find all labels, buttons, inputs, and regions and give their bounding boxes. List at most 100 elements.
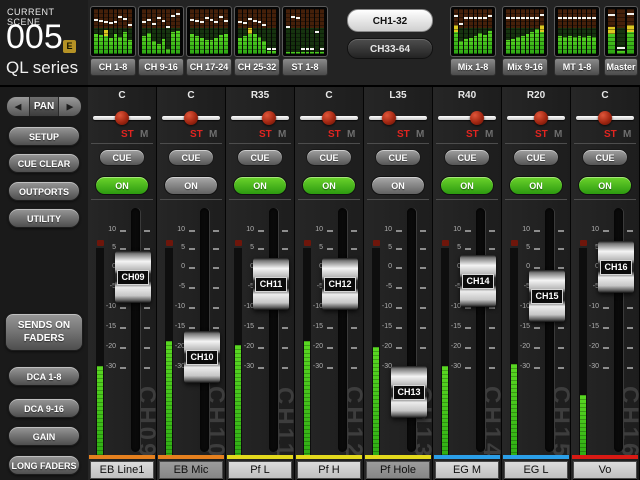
pan-knob[interactable] (381, 111, 396, 125)
channel-name[interactable]: Pf H (297, 461, 361, 479)
channel-name[interactable]: Pf L (228, 461, 292, 479)
sends-on-faders-button[interactable]: SENDS ON FADERS (5, 313, 83, 351)
meter-block-ch25-32[interactable]: CH 25-32 (234, 6, 280, 76)
meter-bar (146, 9, 151, 54)
scale-tick (327, 327, 333, 329)
scale-label: -5 (316, 283, 323, 290)
fader-handle[interactable]: CH09 (115, 251, 151, 303)
fader-handle[interactable]: CH13 (391, 366, 427, 418)
on-button[interactable]: ON (233, 176, 287, 195)
cue-button[interactable]: CUE (237, 149, 283, 166)
on-button[interactable]: ON (302, 176, 356, 195)
channel-strip: C ST M CUE ON 1050-5-10-15-20-30 CH12 CH… (295, 87, 363, 480)
meter-block-mt1-8[interactable]: MT 1-8 (554, 6, 600, 76)
utility-button[interactable]: UTILITY (8, 208, 80, 228)
pan-knob[interactable] (534, 111, 549, 125)
pan-slider[interactable] (300, 109, 358, 127)
dca-9-16-button[interactable]: DCA 9-16 (8, 398, 80, 418)
meter-bar (305, 9, 310, 54)
fader-handle[interactable]: CH15 (529, 270, 565, 322)
on-button[interactable]: ON (578, 176, 632, 195)
meter-panel (138, 6, 184, 57)
cue-button[interactable]: CUE (168, 149, 214, 166)
on-button[interactable]: ON (509, 176, 563, 195)
meter-bar (190, 9, 194, 54)
meter-block-mix9-16[interactable]: Mix 9-16 (502, 6, 548, 76)
meter-bar (488, 9, 492, 54)
fader-track[interactable] (545, 208, 554, 452)
pan-slider[interactable] (231, 109, 289, 127)
scale-tick (327, 248, 333, 250)
on-button[interactable]: ON (164, 176, 218, 195)
pan-knob[interactable] (115, 111, 129, 125)
on-button[interactable]: ON (95, 176, 149, 195)
cue-clear-button[interactable]: CUE CLEAR (8, 153, 80, 173)
gain-button[interactable]: GAIN (8, 426, 80, 446)
mono-assign-label: M (209, 129, 218, 140)
channel-color-bar (296, 455, 362, 459)
setup-button[interactable]: SETUP (8, 126, 80, 146)
cue-button[interactable]: CUE (99, 149, 145, 166)
channel-name[interactable]: EG L (504, 461, 568, 479)
fader-track[interactable] (200, 208, 209, 452)
channel-name[interactable]: Vo (573, 461, 637, 479)
pan-mode-next-button[interactable]: ▶ (59, 97, 81, 116)
meter-block-st1-8[interactable]: ST 1-8 (282, 6, 328, 76)
pan-slider[interactable] (507, 109, 565, 127)
pan-knob[interactable] (598, 111, 612, 125)
cue-button[interactable]: CUE (513, 149, 559, 166)
on-button[interactable]: ON (440, 176, 494, 195)
pan-knob[interactable] (322, 111, 336, 125)
pan-slider[interactable] (93, 109, 151, 127)
fader-handle[interactable]: CH10 (184, 331, 220, 383)
outports-button[interactable]: OUTPORTS (8, 181, 80, 201)
pan-mode-label: PAN (29, 97, 59, 116)
on-button[interactable]: ON (371, 176, 425, 195)
fader-channel-label: CH10 (186, 350, 218, 365)
cue-button[interactable]: CUE (444, 149, 490, 166)
fader-handle[interactable]: CH12 (322, 258, 358, 310)
pan-mode-prev-button[interactable]: ◀ (7, 97, 29, 116)
channel-name[interactable]: Pf Hole (366, 461, 430, 479)
fader-handle[interactable]: CH16 (598, 241, 634, 293)
scale-tick (120, 367, 126, 369)
scale-label: 10 (315, 226, 323, 233)
scale-tick (420, 267, 426, 269)
bank-button-ch33-64[interactable]: CH33-64 (347, 38, 433, 59)
channel-name[interactable]: EB Mic (159, 461, 223, 479)
scale-label: -5 (109, 283, 116, 290)
fader-handle[interactable]: CH11 (253, 258, 289, 310)
cue-button[interactable]: CUE (306, 149, 352, 166)
long-faders-button[interactable]: LONG FADERS (8, 455, 80, 475)
channel-name[interactable]: EG M (435, 461, 499, 479)
cue-button[interactable]: CUE (582, 149, 628, 166)
meter-block-mix1-8[interactable]: Mix 1-8 (450, 6, 496, 76)
bank-button-ch1-32[interactable]: CH1-32 (347, 9, 433, 32)
scale-label: -10 (243, 303, 254, 310)
fader-track[interactable] (269, 208, 278, 452)
fader-track[interactable] (131, 208, 140, 452)
meter-block-master[interactable]: Master (604, 6, 638, 76)
pan-slider[interactable] (438, 109, 496, 127)
scale-label: -30 (174, 363, 185, 370)
meter-block-ch1-8[interactable]: CH 1-8 (90, 6, 136, 76)
scale-label: 5 (319, 244, 323, 251)
channel-name[interactable]: EB Line1 (90, 461, 154, 479)
fader-handle[interactable]: CH14 (460, 255, 496, 307)
meter-block-ch9-16[interactable]: CH 9-16 (138, 6, 184, 76)
fader-track[interactable] (476, 208, 485, 452)
pan-knob[interactable] (262, 111, 277, 125)
pan-knob[interactable] (470, 111, 485, 125)
pan-knob[interactable] (184, 111, 198, 125)
pan-slider[interactable] (162, 109, 220, 127)
fader-track[interactable] (338, 208, 347, 452)
current-scene-panel[interactable]: CURRENT SCENE 005 E QL series (0, 0, 88, 85)
scale-tick (144, 327, 150, 329)
meter-block-ch17-24[interactable]: CH 17-24 (186, 6, 232, 76)
cue-button[interactable]: CUE (375, 149, 421, 166)
scale-tick (396, 307, 402, 309)
meter-bar (626, 9, 635, 54)
pan-slider[interactable] (369, 109, 427, 127)
dca-1-8-button[interactable]: DCA 1-8 (8, 366, 80, 386)
pan-slider[interactable] (576, 109, 634, 127)
